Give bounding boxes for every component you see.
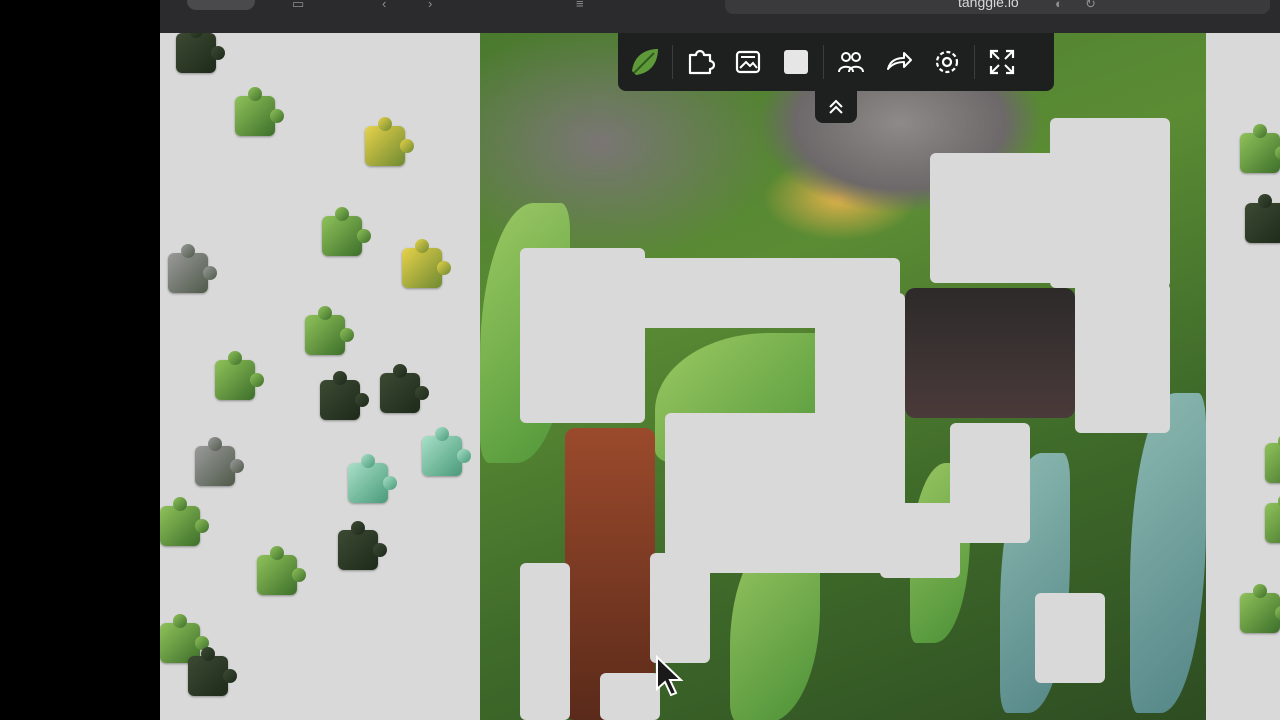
puzzle-piece[interactable] [1265,494,1280,543]
puzzle-piece-icon [688,49,715,75]
empty-region [665,413,895,573]
chevron-up-double-icon [829,99,843,114]
empty-region [930,153,1070,283]
empty-region [650,553,710,663]
puzzle-piece[interactable] [235,87,284,136]
puzzle-board[interactable] [480,33,1206,720]
share-button[interactable] [878,41,920,83]
puzzle-piece[interactable] [160,497,209,546]
toolbar-divider [823,45,824,79]
players-button[interactable] [830,41,872,83]
sidebar-toggle-icon[interactable]: ▭ [292,0,304,12]
empty-region [520,248,645,423]
toolbar-divider [672,45,673,79]
empty-region [600,673,660,720]
puzzle-piece[interactable] [1240,124,1280,173]
background-color-button[interactable] [775,41,817,83]
shield-icon[interactable]: ◐ [1055,0,1063,11]
puzzle-piece[interactable] [348,454,397,503]
puzzle-piece[interactable] [176,33,225,73]
color-swatch-icon [784,50,808,74]
puzzle-piece[interactable] [322,207,371,256]
empty-region [950,423,1030,543]
puzzle-piece[interactable] [257,546,306,595]
collapse-toolbar-button[interactable] [815,91,857,123]
puzzle-piece[interactable] [338,521,387,570]
tab-overview-button[interactable] [187,0,255,10]
empty-region [1075,283,1170,433]
puzzle-piece[interactable] [1240,584,1280,633]
dark-branch [905,288,1075,418]
forward-icon[interactable]: › [428,0,432,11]
empty-region [880,503,960,578]
puzzle-piece[interactable] [305,306,354,355]
back-icon[interactable]: ‹ [382,0,386,11]
puzzle-piece[interactable] [320,371,369,420]
toolbar-divider [974,45,975,79]
gear-icon [935,50,959,74]
empty-region [1035,593,1105,683]
puzzle-piece[interactable] [422,427,471,476]
puzzle-toolbar [618,33,1054,91]
puzzle-piece[interactable] [365,117,414,166]
puzzle-piece[interactable] [195,437,244,486]
puzzle-piece[interactable] [215,351,264,400]
share-arrow-icon [887,52,912,70]
preview-image-button[interactable] [727,41,769,83]
puzzle-piece[interactable] [380,364,429,413]
leaf [1130,393,1206,713]
url-text: tanggle.io [958,0,1019,10]
expand-icon [989,49,1015,75]
piece-tray[interactable] [160,33,1280,720]
image-frame-icon [735,50,761,74]
reader-icon[interactable]: ≡ [576,0,584,11]
app-logo-button[interactable] [624,41,666,83]
mouse-cursor-icon [656,655,684,697]
puzzle-piece[interactable] [188,647,237,696]
eucalyptus-leaf-icon [632,49,658,75]
puzzle-piece[interactable] [1245,194,1280,243]
puzzle-piece[interactable] [402,239,451,288]
piece-shape-button[interactable] [679,41,721,83]
empty-region [520,563,570,720]
users-icon [838,52,864,73]
puzzle-piece[interactable] [1265,434,1280,483]
fullscreen-button[interactable] [981,41,1023,83]
settings-button[interactable] [926,41,968,83]
puzzle-piece[interactable] [168,244,217,293]
browser-toolbar: ▭ ‹ › ≡ tanggle.io ◐ ↻ [160,0,1280,34]
reload-icon[interactable]: ↻ [1085,0,1096,12]
